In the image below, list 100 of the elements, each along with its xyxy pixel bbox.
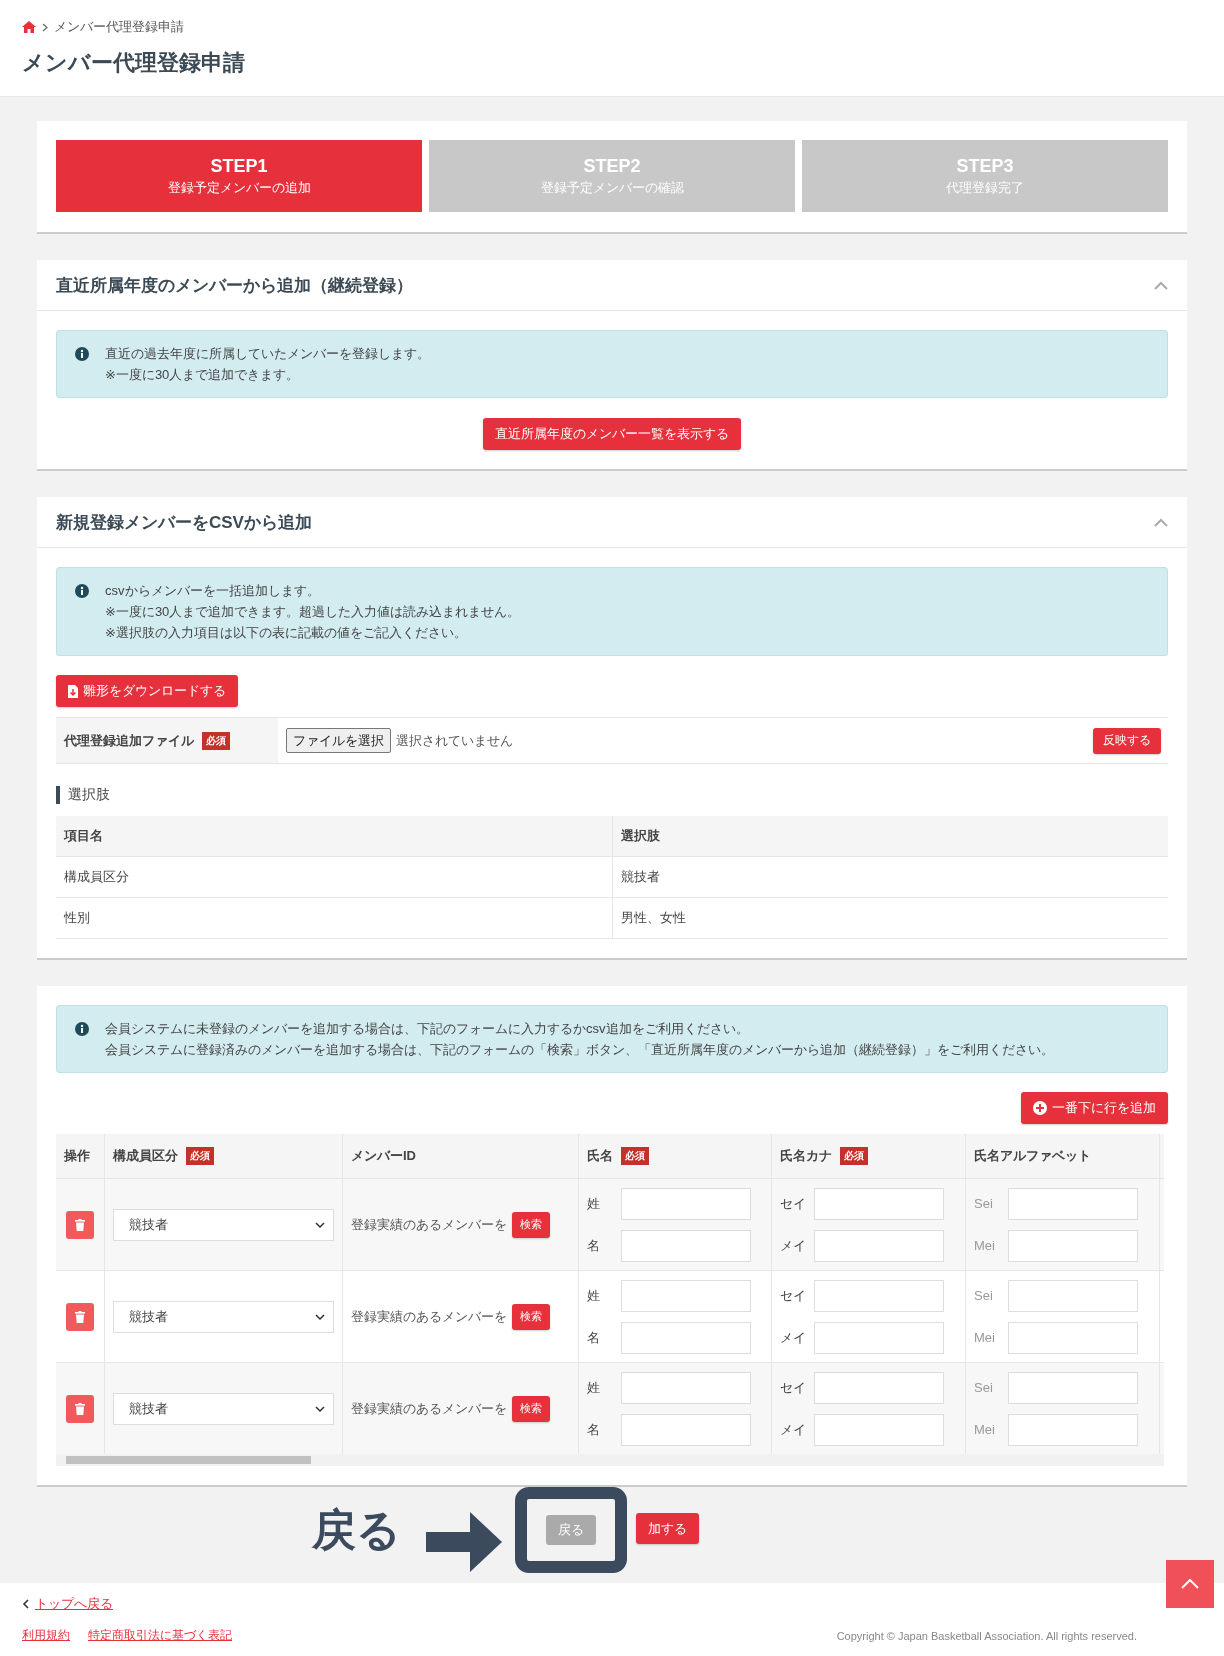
input-label: Mei	[974, 1422, 996, 1437]
chevron-icon	[22, 1599, 29, 1609]
file-status: 選択されていません	[396, 731, 514, 750]
chevron-icon	[42, 22, 48, 32]
input-field[interactable]	[814, 1187, 944, 1220]
input-field[interactable]	[1008, 1371, 1138, 1404]
input-label: Mei	[974, 1330, 996, 1345]
input-field[interactable]	[814, 1413, 944, 1446]
input-field[interactable]	[814, 1371, 944, 1404]
horizontal-scrollbar[interactable]	[56, 1454, 1164, 1466]
input-field[interactable]	[1008, 1229, 1138, 1262]
breadcrumb-item: メンバー代理登録申請	[54, 18, 184, 36]
trash-icon	[75, 1218, 85, 1231]
required-badge: 必須	[840, 1147, 868, 1165]
input-label: Sei	[974, 1288, 994, 1303]
add-row-button[interactable]: 一番下に行を追加	[1021, 1092, 1168, 1124]
home-icon[interactable]	[22, 21, 36, 33]
input-field[interactable]	[621, 1229, 751, 1262]
download-button[interactable]: 雛形をダウンロードする	[56, 675, 238, 707]
chevron-icon	[315, 1221, 325, 1228]
input-label: Mei	[974, 1238, 996, 1253]
search-button[interactable]: 検索	[512, 1211, 550, 1238]
input-field[interactable]	[621, 1413, 751, 1446]
input-label: セイ	[780, 1286, 807, 1305]
column-header: 構成員区分 必須	[104, 1134, 342, 1178]
table-cell: 性別	[56, 897, 612, 939]
input-label: Sei	[974, 1196, 994, 1211]
chevron-icon[interactable]	[1154, 280, 1168, 290]
page-title: メンバー代理登録申請	[22, 49, 246, 77]
table-cell: 構成員区分	[56, 856, 612, 898]
chevron-icon	[315, 1405, 325, 1412]
input-label: 名	[587, 1420, 601, 1439]
member-id-hint: 登録実績のあるメンバーを	[351, 1307, 507, 1326]
input-label: 名	[587, 1236, 601, 1255]
input-field[interactable]	[621, 1371, 751, 1404]
info-icon	[75, 584, 89, 598]
table-cell: 男性、女性	[612, 897, 1168, 939]
search-button[interactable]: 検索	[512, 1395, 550, 1422]
delete-button[interactable]	[66, 1394, 94, 1423]
input-label: メイ	[780, 1420, 807, 1439]
apply-button[interactable]: 反映する	[1093, 727, 1161, 754]
category-select[interactable]: 競技者	[113, 1300, 334, 1333]
input-field[interactable]	[621, 1321, 751, 1354]
info-text: csvからメンバーを一括追加します。	[105, 582, 321, 600]
member-id-hint: 登録実績のあるメンバーを	[351, 1215, 507, 1234]
input-field[interactable]	[1008, 1321, 1138, 1354]
input-label: 姓	[587, 1286, 601, 1305]
category-select[interactable]: 競技者	[113, 1208, 334, 1241]
required-badge: 必須	[186, 1147, 214, 1165]
info-text: 直近の過去年度に所属していたメンバーを登録します。	[105, 345, 431, 363]
input-field[interactable]	[621, 1187, 751, 1220]
input-field[interactable]	[1008, 1413, 1138, 1446]
section-title: 直近所属年度のメンバーから追加（継続登録）	[56, 274, 413, 297]
field-label: 代理登録追加ファイル	[64, 731, 194, 750]
input-field[interactable]	[1008, 1279, 1138, 1312]
info-icon	[75, 1022, 89, 1036]
trash-icon	[75, 1310, 85, 1323]
column-header: 氏名 必須	[578, 1134, 771, 1178]
input-field[interactable]	[1008, 1187, 1138, 1220]
show-members-button[interactable]: 直近所属年度のメンバー一覧を表示する	[483, 418, 741, 450]
input-field[interactable]	[814, 1229, 944, 1262]
submit-button[interactable]: 加する	[636, 1513, 699, 1544]
input-label: メイ	[780, 1236, 807, 1255]
input-label: メイ	[780, 1328, 807, 1347]
input-field[interactable]	[814, 1279, 944, 1312]
info-text: ※選択肢の入力項目は以下の表に記載の値をご記入ください。	[105, 624, 468, 642]
required-badge: 必須	[202, 731, 230, 750]
column-header: 選択肢	[612, 816, 1168, 857]
info-icon	[75, 347, 89, 361]
info-text: 会員システムに未登録のメンバーを追加する場合は、下記のフォームに入力するかcsv追加をご利用ください。	[105, 1020, 750, 1038]
member-id-hint: 登録実績のあるメンバーを	[351, 1399, 507, 1418]
back-button[interactable]: 戻る	[546, 1515, 596, 1545]
input-field[interactable]	[621, 1279, 751, 1312]
column-header: 氏名カナ 必須	[771, 1134, 965, 1178]
delete-button[interactable]	[66, 1302, 94, 1331]
footer-link[interactable]: 特定商取引法に基づく表記	[88, 1627, 232, 1644]
info-text: ※一度に30人まで追加できます。超過した入力値は読み込まれません。	[105, 603, 522, 621]
plus-icon	[1033, 1101, 1047, 1115]
column-header: 項目名	[56, 816, 612, 857]
top-link[interactable]: トップへ戻る	[35, 1595, 113, 1613]
trash-icon	[75, 1402, 85, 1415]
chevron-icon[interactable]	[1154, 517, 1168, 527]
copyright: Copyright © Japan Basketball Association. All rights reserved.	[836, 1629, 1137, 1642]
required-badge: 必須	[621, 1147, 649, 1165]
input-label: セイ	[780, 1194, 807, 1213]
scroll-top-button[interactable]	[1166, 1560, 1214, 1608]
input-label: 姓	[587, 1194, 601, 1213]
delete-button[interactable]	[66, 1210, 94, 1239]
category-select[interactable]: 競技者	[113, 1392, 334, 1425]
input-label: 名	[587, 1328, 601, 1347]
input-field[interactable]	[814, 1321, 944, 1354]
footer-link[interactable]: 利用規約	[22, 1627, 70, 1644]
search-button[interactable]: 検索	[512, 1303, 550, 1330]
info-text: 会員システムに登録済みのメンバーを追加する場合は、下記のフォームの「検索」ボタン、「直近所属年度のメンバーから追加（継続登録）」をご利用ください。	[105, 1041, 1055, 1059]
table-cell: 競技者	[612, 856, 1168, 898]
file-download-icon	[68, 684, 78, 698]
chevron-icon	[1181, 1579, 1199, 1589]
input-label: 姓	[587, 1378, 601, 1397]
file-choose-button[interactable]: ファイルを選択	[286, 728, 391, 753]
column-header: 氏名アルファベット	[965, 1134, 1159, 1178]
